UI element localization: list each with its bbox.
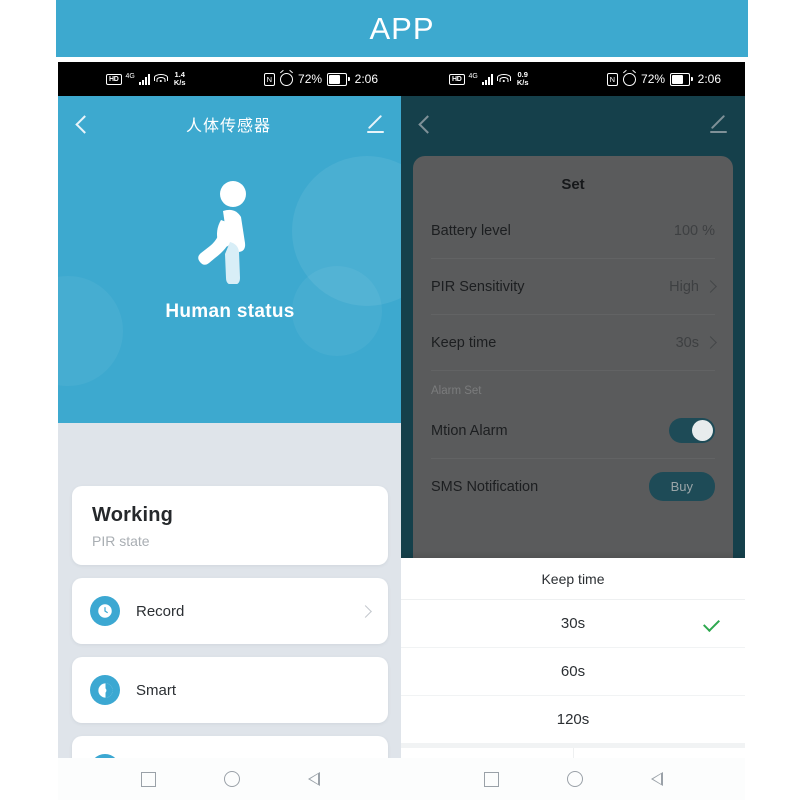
clock-label: 2:06 [697,72,721,86]
walking-person-icon [198,181,246,285]
android-nav-bar-right [401,758,745,800]
check-icon [703,615,720,632]
set-row-label: Mtion Alarm [431,422,508,439]
pencil-icon[interactable] [709,114,729,134]
set-row-value-wrap: High [669,278,717,295]
set-row-battery-level[interactable]: Battery level 100 % [431,203,715,259]
android-nav-bar-left [58,758,402,800]
back-icon[interactable] [418,114,437,134]
nfc-icon: N [606,72,619,86]
hero-center: Human status [58,180,402,323]
network-speed: 0.9 K/s [517,71,529,87]
set-row-label: SMS Notification [431,478,539,495]
dimmed-overlay: Set Battery level 100 % PIR Sensitivity … [401,96,745,562]
hero-label: Human status [165,301,295,322]
nfc-icon: N [263,72,276,86]
back-triangle-icon[interactable] [650,772,663,786]
option-60s[interactable]: 60s [401,648,745,696]
status-bar-left-group: HD 4G 1.4 K/s [72,71,186,87]
status-bar-right: HD 4G 0.9 K/s N 72% 2:06 [401,62,745,96]
buy-button[interactable]: Buy [648,472,715,501]
back-icon[interactable] [75,114,94,134]
keep-time-bottom-sheet: Keep time 30s 60s 120s Cancel Confirm [401,558,745,800]
hd-icon: HD [449,73,465,85]
wifi-icon [153,73,168,85]
chevron-right-icon [359,604,372,618]
signal-bars-icon [481,73,493,85]
card-list: Working PIR state Record Smart [58,486,402,800]
wifi-icon [496,73,511,85]
option-30s[interactable]: 30s [401,600,745,648]
sheet-title: Keep time [401,558,745,600]
set-row-label: PIR Sensitivity [431,278,525,295]
set-row-value: High [669,278,699,295]
battery-icon [670,72,693,86]
option-label: 30s [560,615,586,632]
set-row-keep-time[interactable]: Keep time 30s [431,315,717,371]
right-phone-body: Set Battery level 100 % PIR Sensitivity … [401,96,745,800]
set-row-label: Keep time [431,334,497,351]
list-item-record[interactable]: Record [72,578,388,644]
recents-icon[interactable] [140,771,156,787]
right-app-header [401,96,745,152]
toggle-icon [90,675,120,705]
pir-status-subtitle: PIR state [92,533,150,549]
home-icon[interactable] [566,771,583,787]
app-banner-title: APP [369,10,435,46]
section-label-alarm-set: Alarm Set [431,385,482,397]
set-row-value-wrap: 30s [675,334,717,351]
set-row-pir-sensitivity[interactable]: PIR Sensitivity High [431,259,717,315]
pencil-icon[interactable] [366,114,386,134]
left-app-header: 人体传感器 [58,96,402,152]
status-bar-left: HD 4G 1.4 K/s N 72% 2:06 [58,62,402,96]
screenshot-root: APP HD 4G 1.4 K/s N 72% 2:06 人体传感器 Human… [0,0,800,800]
option-label: 120s [556,711,590,728]
set-panel-title: Set [561,176,585,193]
option-120s[interactable]: 120s [401,696,745,743]
network-type-label: 4G [468,72,478,80]
option-label: 60s [560,663,586,680]
list-item-label: Record [136,602,185,620]
signal-bars-icon [138,73,150,85]
status-bar-right-group: N 72% 2:06 [263,72,388,86]
app-banner: APP [56,0,748,57]
pir-status-title: Working [92,504,174,526]
page-title: 人体传感器 [185,118,271,135]
left-phone-body: 人体传感器 Human status Working PIR state Rec… [58,96,402,800]
home-icon[interactable] [223,771,240,787]
motion-alarm-toggle[interactable] [669,418,715,443]
pir-status-card[interactable]: Working PIR state [72,486,388,565]
set-row-sms-notification[interactable]: SMS Notification Buy [431,459,715,514]
status-bar-left-group: HD 4G 0.9 K/s [415,71,529,87]
set-row-value: 30s [675,334,699,351]
network-type-label: 4G [125,72,135,80]
clock-label: 2:06 [354,72,378,86]
back-triangle-icon[interactable] [307,772,320,786]
list-item-label: Smart [136,681,177,699]
phone-left: HD 4G 1.4 K/s N 72% 2:06 人体传感器 Human sta… [58,62,402,800]
phone-right: HD 4G 0.9 K/s N 72% 2:06 Set Battery lev… [401,62,745,800]
alarm-icon [623,72,637,86]
set-panel: Set Battery level 100 % PIR Sensitivity … [413,156,733,562]
network-speed: 1.4 K/s [174,71,186,87]
battery-percent-label: 72% [641,72,666,86]
set-row-value: 100 % [673,222,715,239]
alarm-icon [280,72,294,86]
status-bar-right-group: N 72% 2:06 [606,72,731,86]
set-row-label: Battery level [431,222,511,239]
hd-icon: HD [106,73,122,85]
chevron-right-icon [704,336,717,349]
battery-percent-label: 72% [298,72,323,86]
battery-icon [327,72,350,86]
hero-section: 人体传感器 Human status [58,96,402,423]
list-item-smart[interactable]: Smart [72,657,388,723]
network-speed-unit: K/s [173,78,186,87]
recents-icon[interactable] [483,771,499,787]
set-row-motion-alarm[interactable]: Mtion Alarm [431,403,715,459]
network-speed-unit: K/s [516,78,529,87]
clock-icon [90,596,120,626]
chevron-right-icon [704,280,717,293]
